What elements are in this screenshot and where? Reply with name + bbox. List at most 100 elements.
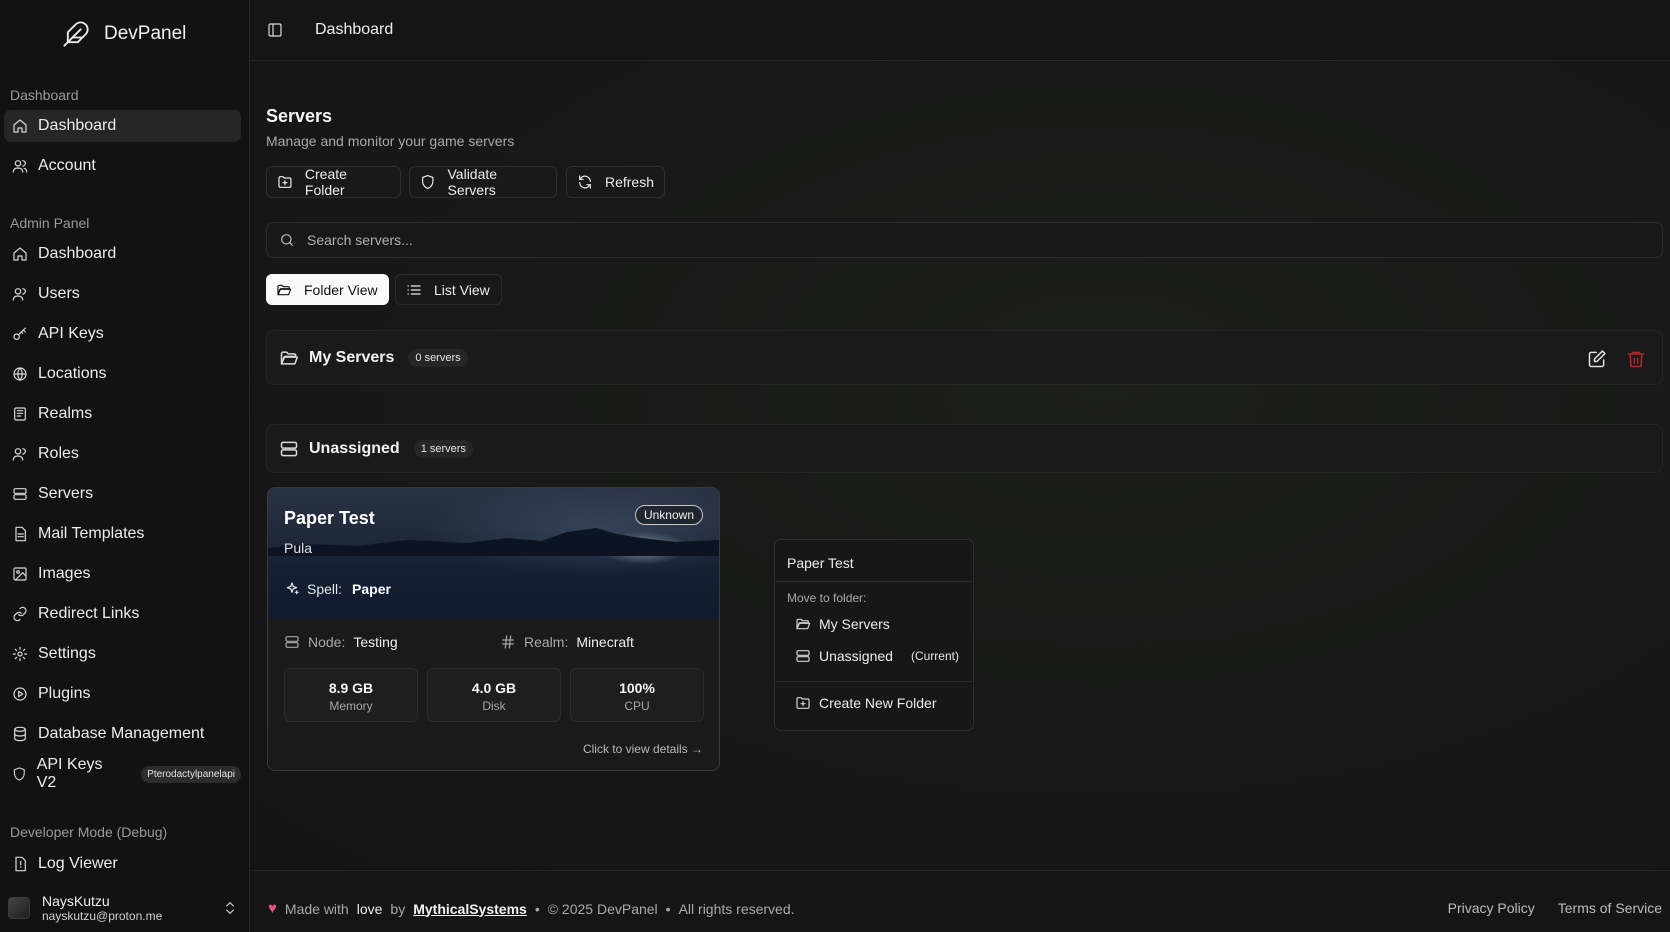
validate-servers-button[interactable]: Validate Servers xyxy=(409,166,557,198)
sidebar-item-plugins[interactable]: Plugins xyxy=(4,678,241,710)
file-alert-icon xyxy=(15,856,26,872)
menu-item-label: Create New Folder xyxy=(819,695,937,711)
sidebar-item-api-keys-v2[interactable]: API Keys V2 Pterodactylpanelapi xyxy=(4,756,241,791)
status-badge: Unknown xyxy=(634,505,703,525)
sidebar-item-api-keys[interactable]: API Keys xyxy=(4,318,241,350)
section-dashboard-label: Dashboard xyxy=(10,87,79,103)
create-folder-label: Create Folder xyxy=(304,166,347,198)
separator-dot: • xyxy=(665,900,671,917)
footer-links: Privacy Policy Terms of Service xyxy=(1448,900,1662,916)
heart-icon: ♥ xyxy=(268,900,277,917)
brand[interactable]: DevPanel xyxy=(62,20,186,48)
node-value: Testing xyxy=(353,634,398,650)
privacy-policy-link[interactable]: Privacy Policy xyxy=(1448,900,1535,916)
memory-stat: 8.9 GB Memory xyxy=(284,668,418,722)
sidebar-item-settings[interactable]: Settings xyxy=(4,638,241,670)
move-to-folder-label: Move to folder: xyxy=(787,591,867,605)
sidebar-item-locations[interactable]: Locations xyxy=(4,358,241,390)
shield-icon xyxy=(422,174,434,190)
search-input[interactable] xyxy=(307,232,1607,248)
folder-open-icon xyxy=(796,618,811,630)
validate-servers-label: Validate Servers xyxy=(447,166,498,198)
node-label: Node: xyxy=(308,634,346,650)
sidebar-item-label: API Keys xyxy=(38,325,104,342)
refresh-button[interactable]: Refresh xyxy=(566,166,665,198)
made-with-text: Made with xyxy=(284,900,349,917)
list-icon xyxy=(407,284,421,295)
breadcrumb: Dashboard xyxy=(315,21,394,38)
cpu-stat: 100% CPU xyxy=(570,668,704,722)
sidebar-item-label: Mail Templates xyxy=(38,525,145,542)
section-admin-label: Admin Panel xyxy=(10,215,90,231)
menu-item-create-new-folder[interactable]: Create New Folder xyxy=(795,695,967,711)
sidebar-item-realms[interactable]: Realms xyxy=(4,398,241,430)
users-icon xyxy=(12,160,28,173)
chevrons-up-down-icon xyxy=(226,902,234,914)
sidebar-item-label: Plugins xyxy=(38,685,91,702)
folder-count-badge: 0 servers xyxy=(408,348,468,367)
list-view-label: List View xyxy=(434,281,490,298)
realm-value: Minecraft xyxy=(576,634,634,650)
menu-item-unassigned[interactable]: Unassigned (Current) xyxy=(795,648,967,664)
sidebar-item-images[interactable]: Images xyxy=(4,558,241,590)
sidebar-item-label: Database Management xyxy=(38,725,205,742)
sidebar-item-label: Dashboard xyxy=(38,245,117,262)
refresh-icon xyxy=(579,175,591,189)
server-spell: Spell: Paper xyxy=(284,581,391,597)
server-location: Pula xyxy=(284,540,313,556)
view-details-link[interactable]: Click to view details → xyxy=(583,742,703,756)
folder-my-servers[interactable]: My Servers 0 servers xyxy=(266,330,1663,385)
home-icon xyxy=(13,247,27,261)
sidebar-item-dashboard[interactable]: Dashboard xyxy=(4,110,241,142)
sidebar-item-servers[interactable]: Servers xyxy=(4,478,241,510)
footer-credits: ♥ Made with love by MythicalSystems • © … xyxy=(268,900,795,917)
terms-of-service-link[interactable]: Terms of Service xyxy=(1558,900,1662,916)
sidebar-item-log-viewer[interactable]: Log Viewer xyxy=(4,848,241,880)
footer: ♥ Made with love by MythicalSystems • © … xyxy=(251,870,1670,932)
user-menu[interactable]: NaysKutzu nayskutzu@proton.me xyxy=(8,888,240,928)
edit-icon[interactable] xyxy=(1587,349,1607,369)
users-icon xyxy=(12,448,26,461)
folder-view-button[interactable]: Folder View xyxy=(266,274,389,305)
newspaper-icon xyxy=(14,407,26,421)
sidebar-item-admin-dashboard[interactable]: Dashboard xyxy=(4,238,241,270)
avatar xyxy=(8,897,30,919)
stat-value: 100% xyxy=(619,680,655,696)
server-icon xyxy=(285,636,299,648)
menu-item-label: Unassigned xyxy=(819,648,893,664)
sidebar-item-redirect-links[interactable]: Redirect Links xyxy=(4,598,241,630)
shield-icon xyxy=(13,767,25,781)
folder-unassigned[interactable]: Unassigned 1 servers xyxy=(266,424,1663,473)
user-info: NaysKutzu nayskutzu@proton.me xyxy=(42,893,162,923)
server-card[interactable]: Paper Test Pula Unknown Spell: Paper Nod… xyxy=(267,487,720,771)
sidebar-item-account[interactable]: Account xyxy=(4,150,241,182)
sidebar-item-users[interactable]: Users xyxy=(4,278,241,310)
company-link[interactable]: MythicalSystems xyxy=(413,901,527,917)
section-developer-label: Developer Mode (Debug) xyxy=(10,824,168,840)
database-icon xyxy=(14,726,26,742)
link-icon xyxy=(13,606,27,622)
menu-item-my-servers[interactable]: My Servers xyxy=(795,616,967,632)
sidebar-item-mail-templates[interactable]: Mail Templates xyxy=(4,518,241,550)
current-tag: (Current) xyxy=(910,649,959,663)
sidebar-item-label: Redirect Links xyxy=(38,605,140,622)
sidebar-item-database-management[interactable]: Database Management xyxy=(4,718,241,750)
create-folder-button[interactable]: Create Folder xyxy=(266,166,401,198)
feather-logo-icon xyxy=(63,21,89,47)
list-view-button[interactable]: List View xyxy=(395,274,502,305)
search-icon xyxy=(281,234,293,246)
sidebar-item-roles[interactable]: Roles xyxy=(4,438,241,470)
globe-icon xyxy=(13,367,27,381)
sidebar-item-label: Log Viewer xyxy=(38,855,118,872)
sidebar-toggle-icon[interactable] xyxy=(267,22,283,38)
sidebar-item-label: Users xyxy=(38,285,80,302)
folder-open-icon xyxy=(277,284,292,295)
rights-text: All rights reserved. xyxy=(678,900,795,917)
spell-value: Paper xyxy=(352,581,391,597)
stat-label: Memory xyxy=(329,699,373,713)
trash-icon[interactable] xyxy=(1626,349,1646,369)
folder-plus-icon xyxy=(796,697,810,709)
menu-divider xyxy=(775,581,973,582)
folder-count-badge: 1 servers xyxy=(413,439,473,458)
stat-label: Disk xyxy=(482,699,506,713)
